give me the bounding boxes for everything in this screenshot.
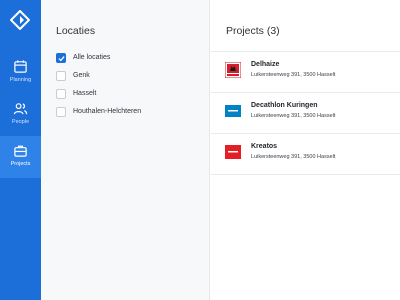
divider [211, 174, 400, 175]
kreatos-logo [225, 145, 241, 159]
filter-option-label: Genk [73, 72, 90, 79]
nav-people[interactable]: People [0, 94, 41, 136]
checkbox[interactable] [56, 71, 66, 81]
project-name: Decathlon Kuringen [251, 102, 318, 109]
filter-option-label: Hasselt [73, 90, 97, 97]
nav-projects[interactable]: Projects [0, 136, 41, 178]
people-icon [13, 103, 28, 115]
diamond-logo[interactable] [9, 9, 31, 31]
checkbox-checked[interactable] [56, 53, 66, 63]
project-address: Luikersteenweg 391, 3500 Hasselt [251, 72, 336, 78]
project-name: Delhaize [251, 61, 280, 68]
checkbox[interactable] [56, 89, 66, 99]
briefcase-icon [14, 145, 27, 157]
project-item-delhaize[interactable]: Delhaize Luikersteenweg 391, 3500 Hassel… [211, 52, 400, 92]
decathlon-logo [225, 105, 241, 117]
sidebar: Planning People Projects [0, 0, 41, 300]
nav-people-label: People [11, 119, 30, 125]
check-icon [58, 56, 65, 62]
filter-option-label: Alle locaties [73, 54, 111, 61]
project-name: Kreatos [251, 143, 278, 150]
nav-projects-label: Projects [10, 161, 31, 167]
projects-title: Projects (3) [226, 25, 280, 37]
checkbox[interactable] [56, 107, 66, 117]
calendar-icon [14, 60, 27, 73]
project-address: Luikersteenweg 391, 3500 Hasselt [251, 154, 336, 160]
nav-planning-label: Planning [9, 77, 32, 83]
delhaize-logo [225, 62, 241, 78]
project-address: Luikersteenweg 391, 3500 Hasselt [251, 113, 336, 119]
projects-panel: Projects (3) Delhaize Luikersteenweg 391… [211, 0, 400, 300]
nav-planning[interactable]: Planning [0, 52, 41, 94]
locations-filter-panel: Locaties Alle locaties Genk Hasselt Hout… [41, 0, 210, 300]
project-item-decathlon[interactable]: Decathlon Kuringen Luikersteenweg 391, 3… [211, 93, 400, 133]
filters-title: Locaties [56, 25, 96, 37]
filter-option-label: Houthalen-Helchteren [73, 108, 142, 115]
project-item-kreatos[interactable]: Kreatos Luikersteenweg 391, 3500 Hasselt [211, 134, 400, 174]
